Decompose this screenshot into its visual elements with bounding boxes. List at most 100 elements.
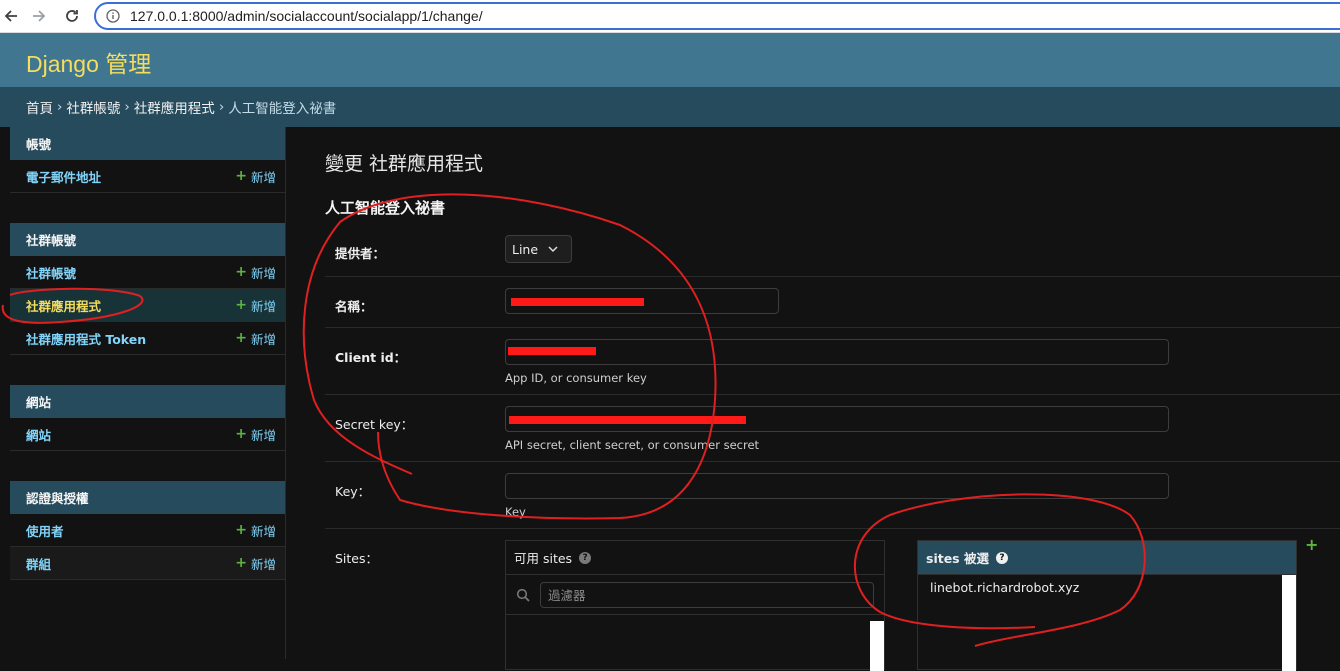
add-button[interactable]: + 新增 xyxy=(235,329,276,348)
plus-icon: + xyxy=(235,522,247,538)
module-sites: 網站 網站 + 新增 xyxy=(10,385,285,451)
redaction-mark xyxy=(511,298,644,306)
module-caption[interactable]: 網站 xyxy=(10,385,285,418)
plus-icon: + xyxy=(235,264,247,280)
form-row-name: 名稱： xyxy=(325,277,1340,328)
reload-icon xyxy=(66,10,78,22)
sidebar-item-label[interactable]: 群組 xyxy=(26,554,51,573)
module-caption[interactable]: 社群帳號 xyxy=(10,223,285,256)
sidebar-item-groups: 群組 + 新增 xyxy=(10,547,285,580)
help-text: API secret, client secret, or consumer s… xyxy=(505,438,760,452)
sidebar-item-sites: 網站 + 新增 xyxy=(10,418,285,451)
selector-title-text: sites 被選 xyxy=(926,551,989,566)
list-item[interactable]: linebot.richardrobot.xyz xyxy=(918,578,1296,597)
add-button[interactable]: + 新增 xyxy=(235,167,276,186)
field-label: Key： xyxy=(335,484,371,499)
help-icon[interactable]: ? xyxy=(579,551,592,564)
scrollbar[interactable] xyxy=(870,621,884,671)
chevron-down-icon xyxy=(548,246,558,253)
add-button[interactable]: + 新增 xyxy=(235,296,276,315)
site-header: Django 管理 xyxy=(0,33,1340,87)
field-label: Secret key： xyxy=(335,417,414,432)
field-label: Sites： xyxy=(335,551,379,566)
plus-icon: + xyxy=(235,297,247,313)
arrow-left-icon xyxy=(4,10,17,22)
provider-selected: Line xyxy=(512,241,539,257)
form-row-secret: Secret key： API secret, client secret, o… xyxy=(325,395,1340,462)
back-button[interactable] xyxy=(0,5,22,27)
module-caption[interactable]: 帳號 xyxy=(10,127,285,160)
breadcrumb-separator: › xyxy=(124,99,130,115)
page-title: 變更 社群應用程式 xyxy=(325,153,484,175)
arrow-right-icon xyxy=(33,10,46,22)
browser-toolbar: 127.0.0.1:8000/admin/socialaccount/socia… xyxy=(0,0,1340,33)
add-label: 新增 xyxy=(250,427,276,443)
breadcrumb-separator: › xyxy=(218,99,225,115)
sidebar-item-email-address: 電子郵件地址 + 新增 xyxy=(10,160,285,193)
form-row-sites: Sites： 可用 sites ? 過濾器 sites 被選 ? linebot… xyxy=(325,529,1340,671)
scrollbar[interactable] xyxy=(1282,575,1296,671)
filter-input[interactable]: 過濾器 xyxy=(540,581,874,608)
add-label: 新增 xyxy=(250,331,276,347)
reload-button[interactable] xyxy=(61,5,83,27)
add-label: 新增 xyxy=(250,265,276,281)
plus-icon: + xyxy=(235,426,247,442)
client-id-field[interactable] xyxy=(505,339,1169,365)
add-site-button[interactable]: + xyxy=(1305,535,1318,554)
selector-title: sites 被選 ? xyxy=(918,541,1296,575)
sites-available-box: 可用 sites ? 過濾器 xyxy=(505,540,885,671)
breadcrumb-app[interactable]: 社群帳號 xyxy=(66,97,120,117)
provider-select[interactable]: Line xyxy=(505,235,572,263)
selector-title-text: 可用 sites xyxy=(514,551,573,566)
plus-icon: + xyxy=(235,330,247,346)
breadcrumb-separator: › xyxy=(57,99,63,115)
sidebar-item-label[interactable]: 社群應用程式 Token xyxy=(26,329,146,348)
module-caption[interactable]: 認證與授權 xyxy=(10,481,285,514)
sidebar-item-label[interactable]: 社群應用程式 xyxy=(26,296,101,315)
add-button[interactable]: + 新增 xyxy=(235,425,276,444)
url-text: 127.0.0.1:8000/admin/socialaccount/socia… xyxy=(130,8,483,24)
module-socialaccount: 社群帳號 社群帳號 + 新增 社群應用程式 + 新增 社群應用程式 Token + 新… xyxy=(10,223,285,355)
field-label: 名稱： xyxy=(335,299,373,314)
add-label: 新增 xyxy=(250,556,276,572)
form-row-provider: 提供者： Line xyxy=(325,225,1340,277)
key-field[interactable] xyxy=(505,473,1169,499)
sidebar-item-label[interactable]: 社群帳號 xyxy=(26,263,76,282)
sidebar-item-label[interactable]: 網站 xyxy=(26,425,51,444)
sidebar-item-social-accounts: 社群帳號 + 新增 xyxy=(10,256,285,289)
breadcrumb-home[interactable]: 首頁 xyxy=(26,97,53,117)
breadcrumb: 首頁 › 社群帳號 › 社群應用程式 › 人工智能登入祕書 xyxy=(0,87,1340,127)
nav-sidebar: 帳號 電子郵件地址 + 新增 社群帳號 社群帳號 + 新增 社群應用程式 + 新增 社… xyxy=(10,127,286,659)
sidebar-item-label[interactable]: 使用者 xyxy=(26,521,64,540)
site-branding[interactable]: Django 管理 xyxy=(26,45,151,79)
redaction-mark xyxy=(509,416,746,424)
breadcrumb-model[interactable]: 社群應用程式 xyxy=(134,97,215,117)
info-icon[interactable] xyxy=(106,9,120,23)
help-text: Key xyxy=(505,505,526,519)
add-label: 新增 xyxy=(250,169,276,185)
help-icon[interactable]: ? xyxy=(995,551,1008,564)
add-label: 新增 xyxy=(250,298,276,314)
redaction-mark xyxy=(508,347,596,355)
sidebar-item-users: 使用者 + 新增 xyxy=(10,514,285,547)
selector-filter: 過濾器 xyxy=(506,575,884,615)
add-button[interactable]: + 新增 xyxy=(235,263,276,282)
change-form: 變更 社群應用程式 人工智能登入祕書 提供者： Line 名稱： Client … xyxy=(325,127,1340,671)
sites-chosen-box: sites 被選 ? linebot.richardrobot.xyz xyxy=(917,540,1297,671)
sidebar-item-label[interactable]: 電子郵件地址 xyxy=(26,167,101,186)
plus-icon: + xyxy=(235,555,247,571)
add-button[interactable]: + 新增 xyxy=(235,521,276,540)
forward-button[interactable] xyxy=(28,5,50,27)
add-label: 新增 xyxy=(250,523,276,539)
chosen-list: linebot.richardrobot.xyz xyxy=(918,575,1296,597)
field-label: Client id： xyxy=(335,350,407,365)
plus-icon: + xyxy=(235,168,247,184)
selector-title: 可用 sites ? xyxy=(506,541,884,575)
object-name: 人工智能登入祕書 xyxy=(325,199,446,217)
form-row-client-id: Client id： App ID, or consumer key xyxy=(325,328,1340,395)
field-label: 提供者： xyxy=(335,246,386,261)
add-button[interactable]: + 新增 xyxy=(235,554,276,573)
module-auth: 認證與授權 使用者 + 新增 群組 + 新增 xyxy=(10,481,285,580)
address-bar[interactable]: 127.0.0.1:8000/admin/socialaccount/socia… xyxy=(94,2,1340,30)
module-account: 帳號 電子郵件地址 + 新增 xyxy=(10,127,285,193)
